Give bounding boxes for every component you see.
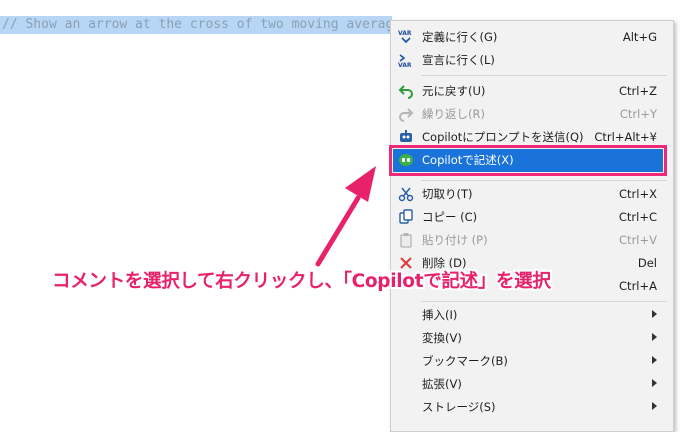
menu-item-copilot-write[interactable]: Copilotで記述(X) xyxy=(389,145,667,176)
var-declaration-icon: VAR xyxy=(398,52,414,68)
copilot-icon xyxy=(398,152,414,168)
menu-item-copilot-prompt[interactable]: Copilotにプロンプトを送信(Q) Ctrl+Alt+¥ xyxy=(391,126,673,149)
redo-icon xyxy=(398,106,414,122)
menu-item-label: コピー (C) xyxy=(422,210,478,224)
svg-text:VAR: VAR xyxy=(398,30,412,37)
submenu-arrow-icon xyxy=(652,356,657,364)
menu-item-label: 切取り(T) xyxy=(422,187,473,201)
selected-comment-line[interactable]: // Show an arrow at the cross of two mov… xyxy=(0,16,392,34)
menu-item-cut[interactable]: 切取り(T) Ctrl+X xyxy=(391,183,673,206)
menu-item-shortcut: Ctrl+A xyxy=(619,279,657,293)
menu-item-shortcut: Ctrl+C xyxy=(618,210,657,224)
submenu-arrow-icon xyxy=(652,333,657,341)
menu-separator xyxy=(421,301,667,302)
menu-item-extensions[interactable]: 拡張(V) xyxy=(391,373,673,396)
menu-item-redo[interactable]: 繰り返し(R) Ctrl+Y xyxy=(391,103,673,126)
annotation-callout: コメントを選択して右クリックし、「Copilotで記述」を選択 xyxy=(52,271,551,292)
menu-item-goto-declaration[interactable]: VAR 宣言に行く(L) xyxy=(391,49,673,72)
menu-item-insert[interactable]: 挿入(I) xyxy=(391,304,673,327)
context-menu: VAR 定義に行く(G) Alt+G VAR 宣言に行く(L) 元に戻す(U) … xyxy=(389,20,674,432)
menu-item-shortcut: Alt+G xyxy=(622,30,657,44)
menu-item-undo[interactable]: 元に戻す(U) Ctrl+Z xyxy=(391,80,673,103)
menu-item-goto-definition[interactable]: VAR 定義に行く(G) Alt+G xyxy=(391,26,673,49)
menu-item-convert[interactable]: 変換(V) xyxy=(391,327,673,350)
menu-item-label: 定義に行く(G) xyxy=(422,30,498,44)
menu-item-shortcut: Ctrl+Alt+¥ xyxy=(594,130,657,144)
menu-item-bookmark[interactable]: ブックマーク(B) xyxy=(391,350,673,373)
var-goto-icon: VAR xyxy=(398,29,414,45)
menu-item-shortcut: Ctrl+X xyxy=(619,187,657,201)
robot-icon xyxy=(398,129,414,145)
menu-item-label: 宣言に行く(L) xyxy=(422,53,495,67)
menu-item-label: 変換(V) xyxy=(422,331,462,345)
paste-icon xyxy=(398,232,414,248)
menu-item-label: 拡張(V) xyxy=(422,377,462,391)
menu-item-shortcut: Ctrl+V xyxy=(619,233,657,247)
menu-item-shortcut: Ctrl+Z xyxy=(619,84,657,98)
menu-item-label: 挿入(I) xyxy=(422,308,458,322)
menu-separator xyxy=(421,180,667,181)
menu-item-label: ブックマーク(B) xyxy=(422,354,508,368)
menu-item-paste[interactable]: 貼り付け (P) Ctrl+V xyxy=(391,229,673,252)
undo-icon xyxy=(398,83,414,99)
submenu-arrow-icon xyxy=(652,379,657,387)
submenu-arrow-icon xyxy=(652,402,657,410)
menu-separator xyxy=(421,75,667,76)
menu-item-label: 元に戻す(U) xyxy=(422,84,486,98)
scissors-icon xyxy=(398,186,414,202)
menu-item-copy[interactable]: コピー (C) Ctrl+C xyxy=(391,206,673,229)
menu-item-label: Copilotで記述(X) xyxy=(422,153,514,167)
menu-item-label: ストレージ(S) xyxy=(422,400,496,414)
menu-item-shortcut: Ctrl+Y xyxy=(619,107,657,121)
menu-item-label: 繰り返し(R) xyxy=(422,107,485,121)
submenu-arrow-icon xyxy=(652,310,657,318)
svg-text:VAR: VAR xyxy=(398,62,412,68)
copy-icon xyxy=(398,209,414,225)
menu-item-shortcut: Del xyxy=(637,256,657,270)
menu-item-label: Copilotにプロンプトを送信(Q) xyxy=(422,130,584,144)
menu-item-storage[interactable]: ストレージ(S) xyxy=(391,396,673,419)
menu-item-label: 貼り付け (P) xyxy=(422,233,488,247)
